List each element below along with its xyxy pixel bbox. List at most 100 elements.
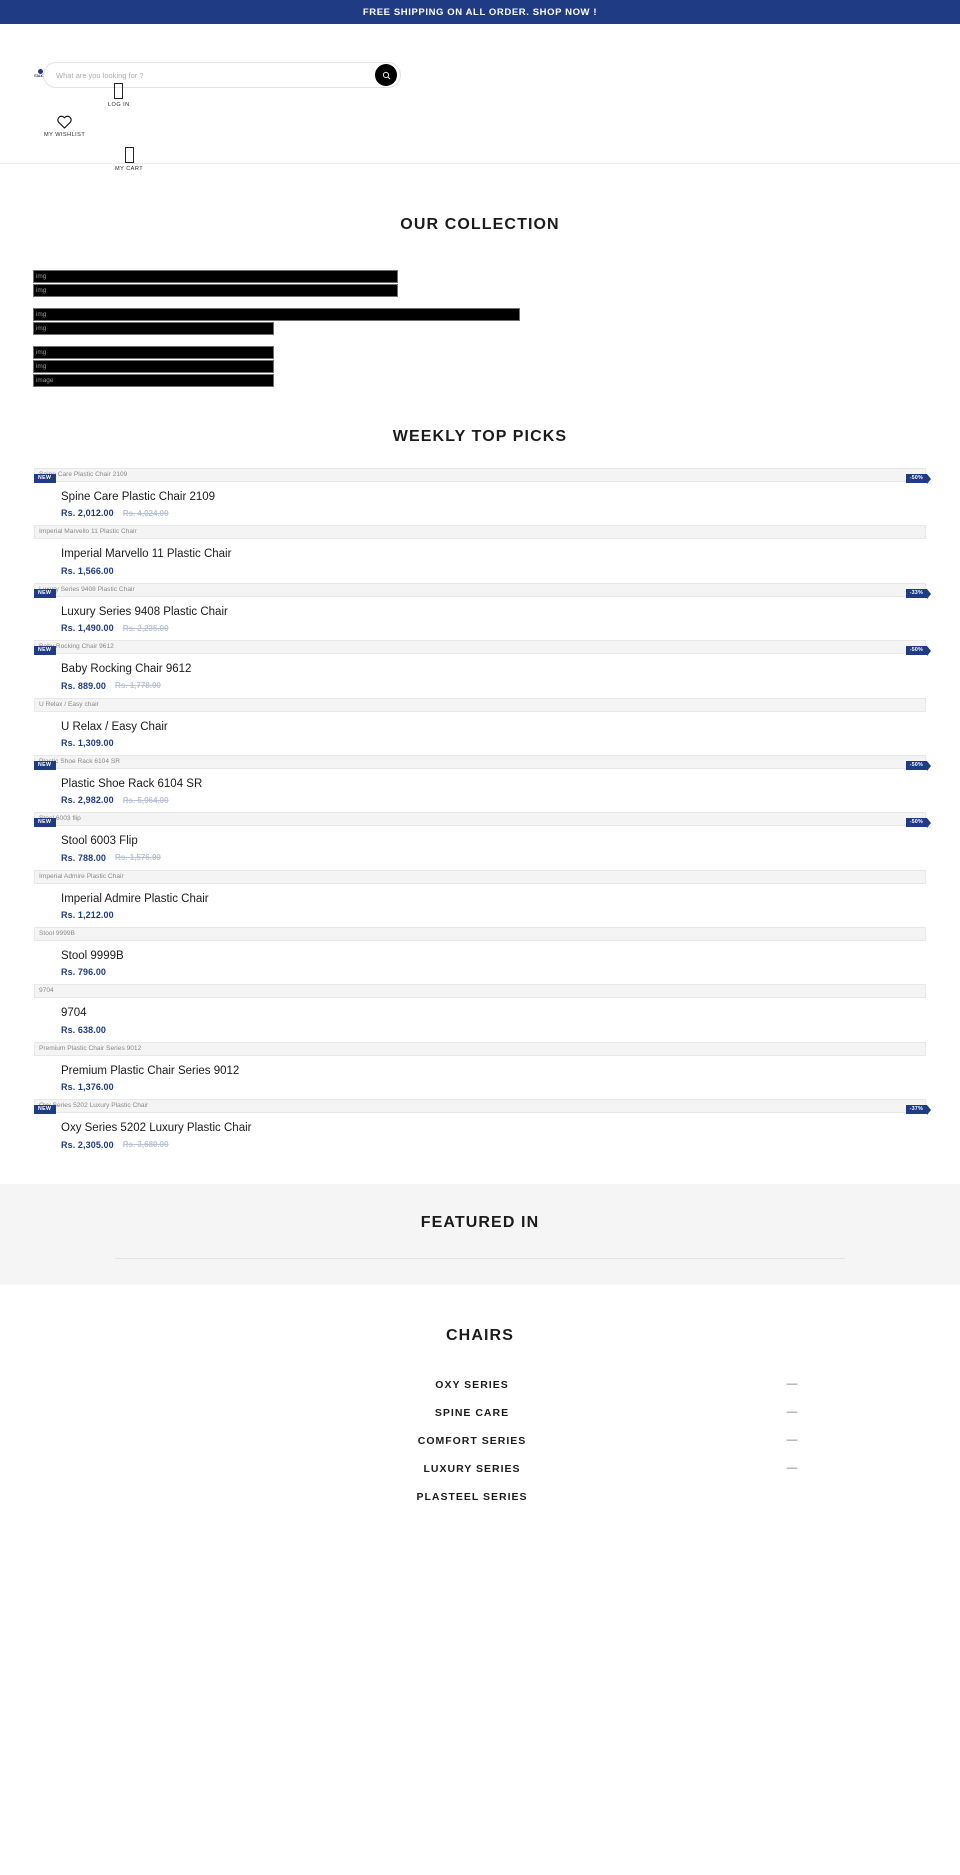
product-card[interactable]: Spine Care Plastic Chair 2109 NEW -50% Spin… <box>34 468 932 518</box>
collection-image-placeholder[interactable]: img <box>33 308 520 321</box>
product-info: Stool 6003 Flip Rs. 788.00 Rs. 1,576.00 <box>34 826 926 862</box>
product-image-placeholder[interactable]: Baby Rocking Chair 9612 NEW -50% <box>34 640 932 657</box>
product-card[interactable]: Premium Plastic Chair Series 9012 Premium… <box>34 1041 926 1092</box>
search-icon <box>382 71 390 79</box>
chairs-accordion-toggle-icon[interactable]: — <box>784 1435 800 1446</box>
chairs-accordion-toggle-icon[interactable]: — <box>784 1463 800 1474</box>
product-title[interactable]: Stool 6003 Flip <box>61 834 926 848</box>
discount-badge: -50% <box>905 818 932 829</box>
product-card[interactable]: U Relax / Easy chair U Relax / Easy Chair… <box>34 697 926 748</box>
product-card[interactable]: Plastic Shoe Rack 6104 SR NEW -50% Plastic … <box>34 754 932 805</box>
product-image-placeholder[interactable]: Spine Care Plastic Chair 2109 NEW -50% <box>34 468 932 485</box>
collection-image-grid: img img img img img img image <box>0 270 960 387</box>
discount-badge: -37% <box>905 1105 932 1116</box>
product-compare-price: Rs. 5,964.00 <box>122 795 169 805</box>
product-image-placeholder[interactable]: Oxy Series 5202 Luxury Plastic Chair NEW -… <box>34 1099 932 1116</box>
header-cart-label: MY CART <box>115 166 144 172</box>
header-wishlist[interactable]: MY WISHLIST <box>44 112 85 138</box>
chairs-accordion-item[interactable]: LUXURY SERIES — <box>160 1455 800 1483</box>
product-card[interactable]: Imperial Admire Plastic Chair Imperial Ad… <box>34 869 926 920</box>
product-compare-price: Rs. 1,778.00 <box>115 681 161 690</box>
discount-badge: -50% <box>905 474 932 485</box>
product-image-placeholder[interactable]: Stool 6003 flip NEW -50% <box>34 812 932 829</box>
chairs-accordion-toggle-icon[interactable]: — <box>784 1379 800 1390</box>
chairs-accordion: OXY SERIES — SPINE CARE — COMFORT SERIES — LUX… <box>160 1371 800 1511</box>
product-price-row: Rs. 2,305.00 Rs. 3,680.00 <box>61 1140 926 1150</box>
product-title[interactable]: 9704 <box>61 1006 926 1020</box>
chairs-title: CHAIRS <box>446 1326 514 1344</box>
product-card[interactable]: Oxy Series 5202 Luxury Plastic Chair NEW -… <box>34 1099 932 1150</box>
product-image-placeholder[interactable]: Premium Plastic Chair Series 9012 <box>34 1041 926 1056</box>
collection-image-placeholder[interactable]: img <box>33 346 274 359</box>
product-price: Rs. 1,566.00 <box>61 565 114 576</box>
collection-image-placeholder[interactable]: img <box>33 322 274 335</box>
chairs-section: CHAIRS OXY SERIES — SPINE CARE — COMFORT SER… <box>0 1284 960 1581</box>
chairs-accordion-label: COMFORT SERIES <box>417 1434 527 1447</box>
user-icon <box>114 82 124 100</box>
chairs-accordion-item[interactable]: COMFORT SERIES — <box>160 1427 800 1455</box>
product-info: Spine Care Plastic Chair 2109 Rs. 2,012.0… <box>34 482 926 518</box>
search-input[interactable] <box>44 63 400 87</box>
product-price-row: Rs. 2,982.00 Rs. 5,964.00 <box>61 795 926 805</box>
product-title[interactable]: Luxury Series 9408 Plastic Chair <box>61 605 926 619</box>
product-info: Imperial Marvello 11 Plastic Chair Rs. 1,… <box>34 539 926 575</box>
new-badge: NEW <box>34 474 57 484</box>
new-badge: NEW <box>34 588 57 598</box>
product-price: Rs. 796.00 <box>61 967 107 978</box>
chairs-accordion-item[interactable]: OXY SERIES — <box>160 1371 800 1399</box>
product-compare-price: Rs. 2,235.00 <box>122 623 169 633</box>
chairs-accordion-label: OXY SERIES <box>435 1378 509 1391</box>
header-wishlist-label: MY WISHLIST <box>44 132 86 138</box>
product-card[interactable]: Stool 9999B Stool 9999B Rs. 796.00 <box>34 927 926 977</box>
chairs-accordion-item[interactable]: SPINE CARE — <box>160 1399 800 1427</box>
collection-row: img img image <box>33 346 960 387</box>
product-title[interactable]: Baby Rocking Chair 9612 <box>61 662 926 676</box>
collection-image-placeholder[interactable]: img <box>33 284 398 297</box>
product-title[interactable]: Imperial Marvello 11 Plastic Chair <box>61 547 926 561</box>
announcement-bar[interactable]: FREE SHIPPING ON ALL ORDER. SHOP NOW ! <box>0 0 960 24</box>
our-collection-section: OUR COLLECTION img img img img img img image <box>0 164 960 387</box>
product-title[interactable]: Spine Care Plastic Chair 2109 <box>61 490 926 504</box>
product-card[interactable]: Stool 6003 flip NEW -50% Stool 6003 Flip Rs.… <box>34 812 932 863</box>
discount-badge: -50% <box>905 760 932 772</box>
discount-badge: -33% <box>905 588 932 599</box>
product-title[interactable]: Premium Plastic Chair Series 9012 <box>61 1064 926 1078</box>
product-card[interactable]: Imperial Marvello 11 Plastic Chair Imperi… <box>34 525 926 576</box>
product-title[interactable]: Stool 9999B <box>61 949 926 963</box>
chairs-accordion-item[interactable]: PLASTEEL SERIES <box>160 1483 800 1511</box>
product-info: Oxy Series 5202 Luxury Plastic Chair Rs. … <box>34 1113 926 1149</box>
heart-icon <box>56 112 73 130</box>
product-title[interactable]: Oxy Series 5202 Luxury Plastic Chair <box>61 1121 926 1135</box>
product-list: Spine Care Plastic Chair 2109 NEW -50% Spin… <box>0 468 960 1150</box>
weekly-top-picks-section: WEEKLY TOP PICKS Spine Care Plastic Chai… <box>0 398 960 1150</box>
announcement-text: FREE SHIPPING ON ALL ORDER. SHOP NOW ! <box>362 6 598 18</box>
product-price-row: Rs. 1,309.00 <box>61 738 926 748</box>
product-image-placeholder[interactable]: U Relax / Easy chair <box>34 697 926 712</box>
product-image-placeholder[interactable]: Plastic Shoe Rack 6104 SR NEW -50% <box>34 754 932 772</box>
product-image-placeholder[interactable]: Stool 9999B <box>34 927 926 941</box>
product-info: Baby Rocking Chair 9612 Rs. 889.00 Rs. 1,7… <box>34 654 926 690</box>
search-button[interactable] <box>375 64 397 86</box>
product-image-placeholder[interactable]: Imperial Marvello 11 Plastic Chair <box>34 525 926 540</box>
product-info: U Relax / Easy Chair Rs. 1,309.00 <box>34 712 926 748</box>
product-title[interactable]: Plastic Shoe Rack 6104 SR <box>61 777 926 791</box>
collection-image-placeholder[interactable]: image <box>33 374 274 387</box>
product-card[interactable]: Luxury Series 9408 Plastic Chair NEW -33% L… <box>34 582 932 633</box>
product-info: 9704 Rs. 638.00 <box>34 998 926 1034</box>
product-card[interactable]: Baby Rocking Chair 9612 NEW -50% Baby Rocki… <box>34 640 932 691</box>
product-card[interactable]: 9704 9704 Rs. 638.00 <box>34 984 926 1035</box>
product-image-placeholder[interactable]: 9704 <box>34 984 926 999</box>
chairs-accordion-label: SPINE CARE <box>434 1406 510 1419</box>
product-title[interactable]: U Relax / Easy Chair <box>61 720 926 734</box>
collection-image-placeholder[interactable]: img <box>33 270 398 283</box>
featured-divider <box>115 1257 845 1259</box>
header-login[interactable]: LOG IN <box>108 82 130 108</box>
product-title[interactable]: Imperial Admire Plastic Chair <box>61 892 926 906</box>
product-info: Imperial Admire Plastic Chair Rs. 1,212.0… <box>34 884 926 920</box>
header-cart[interactable]: MY CART <box>115 146 143 172</box>
product-image-placeholder[interactable]: Imperial Admire Plastic Chair <box>34 869 926 884</box>
product-image-placeholder[interactable]: Luxury Series 9408 Plastic Chair NEW -33% <box>34 582 932 599</box>
chairs-accordion-toggle-icon[interactable]: — <box>784 1407 800 1418</box>
product-price: Rs. 1,212.00 <box>61 910 114 920</box>
collection-image-placeholder[interactable]: img <box>33 360 274 373</box>
